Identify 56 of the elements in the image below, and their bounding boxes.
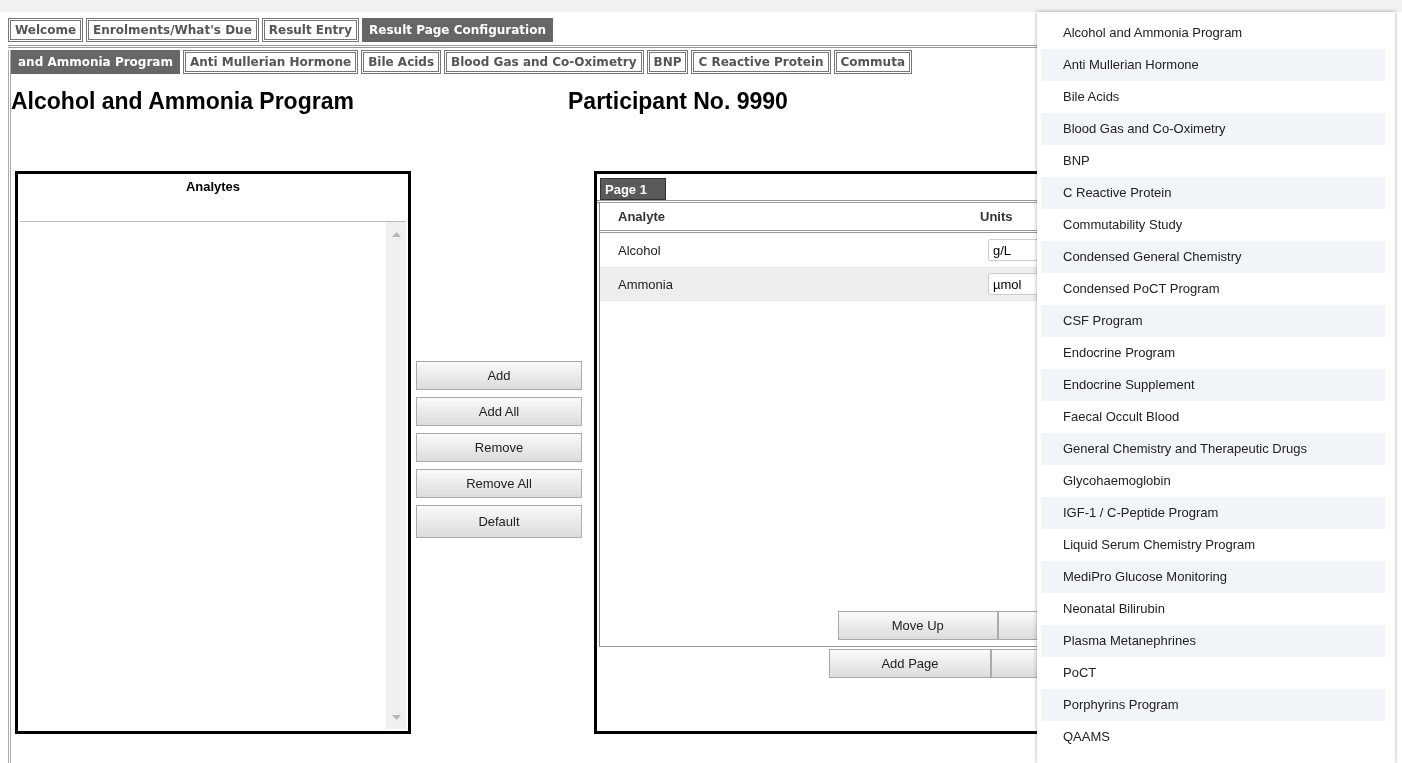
column-header: Units <box>980 209 1014 226</box>
button[interactable]: Add Page <box>829 649 991 678</box>
dropdown-item[interactable]: Endocrine Supplement <box>1041 369 1385 401</box>
button[interactable]: Remove <box>416 433 582 462</box>
dropdown-item[interactable]: PoCT <box>1041 657 1385 689</box>
table-cell-text: Ammonia <box>618 276 674 292</box>
panel-title: Analytes <box>185 179 241 194</box>
tab[interactable]: Welcome <box>8 18 84 42</box>
tab[interactable]: Result Page Configuration <box>362 18 553 42</box>
dropdown-item[interactable]: IGF-1 / C-Peptide Program <box>1041 497 1385 529</box>
button[interactable]: Default <box>416 505 582 538</box>
dropdown-item[interactable]: Glycohaemoglobin <box>1041 465 1385 497</box>
dropdown-item[interactable]: Porphyrins Program <box>1041 689 1385 721</box>
table-row[interactable]: Alcohol g/L <box>600 233 1037 267</box>
dropdown-item[interactable]: Commutability Study <box>1041 209 1385 241</box>
button[interactable]: Add <box>416 361 582 390</box>
table-row[interactable]: Ammonia µmol <box>600 267 1037 301</box>
tab[interactable]: Result Entry <box>261 18 360 42</box>
dropdown-item[interactable]: General Chemistry and Therapeutic Drugs <box>1041 433 1385 465</box>
tab[interactable]: Anti Mullerian Hormone <box>182 50 359 74</box>
tab[interactable]: C Reactive Protein <box>691 50 831 74</box>
tab[interactable]: Enrolments/What's Due <box>86 18 259 42</box>
tab[interactable]: Bile Acids <box>361 50 442 74</box>
scroll-down-icon[interactable] <box>391 715 401 720</box>
button[interactable]: Add All <box>416 397 582 426</box>
button[interactable]: Remove All <box>416 469 582 498</box>
dropdown-item[interactable]: Anti Mullerian Hormone <box>1041 49 1385 81</box>
tab[interactable]: Commuta <box>833 50 912 74</box>
dropdown-item[interactable]: CSF Program <box>1041 305 1385 337</box>
dropdown-item[interactable]: Bile Acids <box>1041 81 1385 113</box>
dropdown-item[interactable]: Condensed PoCT Program <box>1041 273 1385 305</box>
dropdown-item[interactable]: QAAMS <box>1041 721 1385 753</box>
table-cell-text: Alcohol <box>618 242 662 258</box>
participant-number: Participant No. 9990 <box>568 88 788 116</box>
dropdown-item[interactable]: Endocrine Program <box>1041 337 1385 369</box>
dropdown-item[interactable]: C Reactive Protein <box>1041 177 1385 209</box>
program-title: Alcohol and Ammonia Program <box>11 88 355 116</box>
dropdown-item[interactable]: BNP <box>1041 145 1385 177</box>
dropdown-item[interactable]: Neonatal Bilirubin <box>1041 593 1385 625</box>
button[interactable]: Move Up <box>838 611 998 640</box>
tab[interactable]: Blood Gas and Co-Oximetry <box>444 50 644 74</box>
page-tab[interactable]: Page 1 <box>600 178 666 200</box>
units-field[interactable]: g/L <box>988 239 1037 261</box>
scroll-up-icon[interactable] <box>391 232 401 237</box>
dropdown-item[interactable]: Liquid Serum Chemistry Program <box>1041 529 1385 561</box>
dropdown-item[interactable]: Condensed General Chemistry <box>1041 241 1385 273</box>
tab[interactable]: and Ammonia Program <box>11 50 180 74</box>
units-field[interactable]: µmol <box>988 273 1037 295</box>
scrollbar[interactable] <box>386 222 406 729</box>
dropdown-item[interactable]: Faecal Occult Blood <box>1041 401 1385 433</box>
tab[interactable]: BNP <box>646 50 689 74</box>
dropdown-item[interactable]: Blood Gas and Co-Oximetry <box>1041 113 1385 145</box>
column-header: Analyte <box>618 209 666 226</box>
dropdown-item[interactable]: MediPro Glucose Monitoring <box>1041 561 1385 593</box>
dropdown-item[interactable]: Plasma Metanephrines <box>1041 625 1385 657</box>
dropdown-item[interactable]: Alcohol and Ammonia Program <box>1041 17 1385 49</box>
